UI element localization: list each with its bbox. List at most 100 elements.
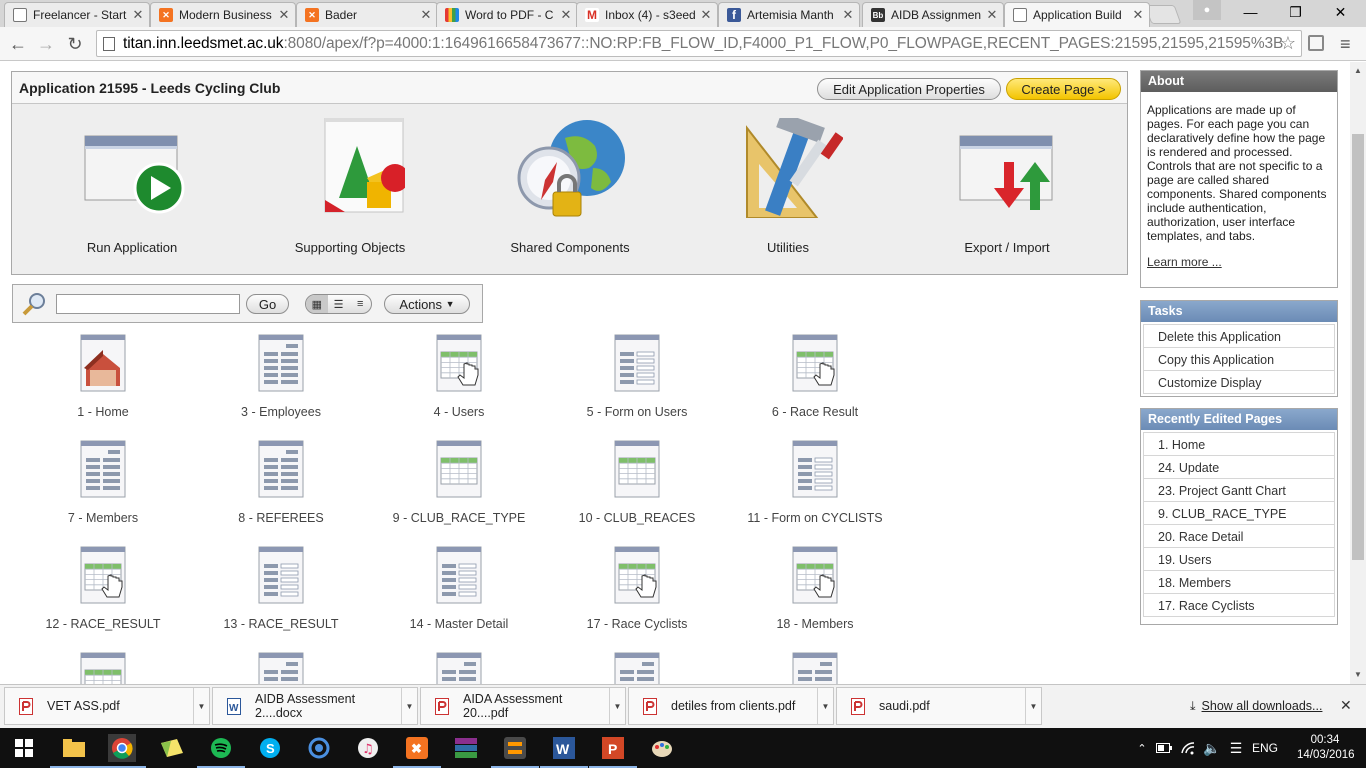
export-import-link[interactable]: Export / Import (927, 118, 1087, 255)
page-item[interactable]: 12 - RACE_RESULT (14, 546, 192, 631)
page-item[interactable]: 17 - Race Cyclists (548, 546, 726, 631)
powerpoint-icon[interactable]: P (589, 734, 637, 768)
page-item[interactable]: 9 - CLUB_RACE_TYPE (370, 440, 548, 525)
scroll-up-icon[interactable]: ▲ (1354, 66, 1362, 75)
windows-start-icon[interactable] (10, 734, 38, 762)
page-item[interactable]: 5 - Form on Users (548, 334, 726, 419)
details-view-icon[interactable]: ☰ (328, 295, 350, 313)
bookmark-star-icon[interactable]: ☆ (1280, 33, 1296, 54)
task-link[interactable]: Copy this Application (1143, 347, 1335, 371)
page-item[interactable]: 4 - Users (370, 334, 548, 419)
task-link[interactable]: Delete this Application (1143, 324, 1335, 348)
recent-page-link[interactable]: 19. Users (1143, 547, 1335, 571)
shared-components-link[interactable]: Shared Components (490, 118, 650, 255)
restore-icon[interactable]: ❐ (1273, 0, 1318, 24)
download-item[interactable]: VET ASS.pdf ▼ (4, 687, 210, 725)
page-item[interactable]: 11 - Form on CYCLISTS (726, 440, 904, 525)
browser-tab[interactable]: ✕ Modern Business ✕ (150, 2, 296, 27)
page-scrollbar[interactable]: ▲ ▼ (1350, 62, 1366, 684)
page-item[interactable]: 14 - Master Detail (370, 546, 548, 631)
close-window-icon[interactable]: ✕ (1318, 0, 1363, 24)
scroll-down-icon[interactable]: ▼ (1354, 670, 1362, 679)
page-item[interactable] (14, 652, 192, 684)
download-item[interactable]: W AIDB Assessment 2....docx ▼ (212, 687, 418, 725)
word-icon[interactable]: W (540, 734, 588, 768)
scrollbar-thumb[interactable] (1352, 134, 1364, 560)
learn-more-link[interactable]: Learn more ... (1147, 255, 1331, 269)
close-tab-icon[interactable]: ✕ (131, 7, 145, 23)
browser-tab[interactable]: M Inbox (4) - s3eed ✕ (576, 2, 718, 27)
close-tab-icon[interactable]: ✕ (985, 7, 999, 23)
page-item[interactable]: 18 - Members (726, 546, 904, 631)
back-icon[interactable]: ← (6, 32, 30, 56)
page-item[interactable] (192, 652, 370, 684)
browser-tab[interactable]: Freelancer - Start ✕ (4, 2, 150, 27)
minimize-icon[interactable]: — (1228, 0, 1273, 24)
winrar-icon[interactable] (452, 734, 480, 762)
browser-tab[interactable]: Bb AIDB Assignmen ✕ (862, 2, 1004, 27)
task-link[interactable]: Customize Display (1143, 370, 1335, 394)
close-tab-icon[interactable]: ✕ (277, 7, 291, 23)
page-item[interactable]: 8 - REFEREES (192, 440, 370, 525)
page-item[interactable] (548, 652, 726, 684)
close-tab-icon[interactable]: ✕ (841, 7, 855, 23)
download-menu-caret-icon[interactable]: ▼ (401, 688, 417, 724)
new-tab-button[interactable] (1144, 5, 1182, 24)
download-menu-caret-icon[interactable]: ▼ (609, 688, 625, 724)
page-item[interactable]: 7 - Members (14, 440, 192, 525)
utilities-link[interactable]: Utilities (708, 112, 868, 255)
run-application-link[interactable]: Run Application (52, 118, 212, 255)
close-tab-icon[interactable]: ✕ (1131, 7, 1145, 23)
supporting-objects-link[interactable]: Supporting Objects (270, 117, 430, 255)
download-item[interactable]: saudi.pdf ▼ (836, 687, 1042, 725)
close-tab-icon[interactable]: ✕ (559, 7, 573, 23)
browser-tab[interactable]: f Artemisia Manth ✕ (718, 2, 860, 27)
download-item[interactable]: AIDA Assessment 20....pdf ▼ (420, 687, 626, 725)
list-view-icon[interactable]: ≡ (349, 295, 371, 313)
close-tab-icon[interactable]: ✕ (419, 7, 433, 23)
itunes-icon[interactable]: ♫ (354, 734, 382, 762)
address-bar[interactable]: titan.inn.leedsmet.ac.uk:8080/apex/f?p=4… (96, 30, 1302, 57)
paint-icon[interactable] (648, 734, 676, 762)
sublime-text-icon[interactable] (491, 734, 539, 768)
action-center-icon[interactable]: ☰ (1222, 734, 1250, 762)
chrome-icon[interactable] (98, 734, 146, 768)
download-menu-caret-icon[interactable]: ▼ (817, 688, 833, 724)
clock[interactable]: 00:34 14/03/2016 (1297, 733, 1355, 763)
edit-application-properties-button[interactable]: Edit Application Properties (817, 78, 1001, 100)
recent-page-link[interactable]: 18. Members (1143, 570, 1335, 594)
sticky-notes-icon[interactable] (158, 734, 186, 762)
chrome-menu-icon[interactable]: ≡ (1340, 34, 1351, 55)
create-page-button[interactable]: Create Page > (1006, 78, 1121, 100)
download-menu-caret-icon[interactable]: ▼ (193, 688, 209, 724)
page-item[interactable] (370, 652, 548, 684)
skype-icon[interactable]: S (256, 734, 284, 762)
page-item[interactable] (726, 652, 904, 684)
actions-menu-button[interactable]: Actions ▼ (384, 294, 470, 314)
view-toggle[interactable]: ▦ ☰ ≡ (305, 294, 372, 314)
browser-tab[interactable]: Application Build ✕ (1004, 2, 1150, 27)
page-info-icon[interactable] (103, 36, 115, 51)
page-item[interactable]: 1 - Home (14, 334, 192, 419)
extension-icon[interactable] (1308, 35, 1324, 51)
recent-page-link[interactable]: 17. Race Cyclists (1143, 593, 1335, 617)
download-item[interactable]: detiles from clients.pdf ▼ (628, 687, 834, 725)
page-item[interactable]: 10 - CLUB_REACES (548, 440, 726, 525)
browser-tab[interactable]: ✕ Bader ✕ (296, 2, 438, 27)
recent-page-link[interactable]: 1. Home (1143, 432, 1335, 456)
browser-tab[interactable]: Word to PDF - C ✕ (436, 2, 578, 27)
forward-icon[interactable]: → (34, 32, 58, 56)
show-all-downloads-link[interactable]: ⤓ Show all downloads... (1190, 699, 1322, 714)
page-item[interactable]: 13 - RACE_RESULT (192, 546, 370, 631)
page-item[interactable]: 6 - Race Result (726, 334, 904, 419)
language-indicator[interactable]: ENG (1250, 734, 1280, 762)
recent-page-link[interactable]: 23. Project Gantt Chart (1143, 478, 1335, 502)
recent-page-link[interactable]: 24. Update (1143, 455, 1335, 479)
close-tab-icon[interactable]: ✕ (699, 7, 713, 23)
page-item[interactable]: 3 - Employees (192, 334, 370, 419)
reload-icon[interactable]: ↻ (63, 32, 87, 56)
recent-page-link[interactable]: 20. Race Detail (1143, 524, 1335, 548)
download-menu-caret-icon[interactable]: ▼ (1025, 688, 1041, 724)
browser-app-icon[interactable] (305, 734, 333, 762)
icons-view-icon[interactable]: ▦ (306, 295, 328, 313)
